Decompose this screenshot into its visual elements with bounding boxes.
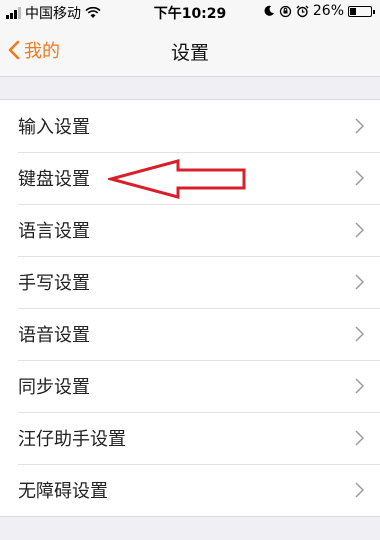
settings-item-label: 同步设置: [18, 377, 90, 398]
rotation-lock-icon: [279, 5, 292, 17]
chevron-right-icon: [355, 482, 364, 498]
settings-list: 输入设置 键盘设置 语言设置 手写设置 语音设置 同步设置 汪仔助手设置 无障碍…: [0, 99, 380, 517]
settings-item-handwriting[interactable]: 手写设置: [0, 256, 380, 308]
settings-item-voice[interactable]: 语音设置: [0, 308, 380, 360]
settings-item-keyboard[interactable]: 键盘设置: [0, 152, 380, 204]
chevron-right-icon: [355, 326, 364, 342]
status-bar: 中国移动 下午10:29 26%: [0, 0, 380, 24]
battery-fill: [350, 7, 356, 15]
chevron-right-icon: [355, 378, 364, 394]
settings-item-label: 键盘设置: [18, 169, 90, 190]
settings-item-label: 语音设置: [18, 325, 90, 346]
battery-icon: [348, 5, 375, 17]
settings-item-accessibility[interactable]: 无障碍设置: [0, 464, 380, 516]
page-title: 设置: [170, 42, 209, 64]
settings-item-input[interactable]: 输入设置: [0, 100, 380, 152]
status-right: 26%: [263, 3, 375, 19]
settings-item-label: 无障碍设置: [18, 481, 108, 502]
chevron-right-icon: [355, 222, 364, 238]
settings-item-language[interactable]: 语言设置: [0, 204, 380, 256]
moon-icon: [264, 5, 274, 16]
settings-item-label: 汪仔助手设置: [18, 429, 126, 450]
nav-bar: 我的 设置: [0, 24, 380, 77]
settings-item-assistant[interactable]: 汪仔助手设置: [0, 412, 380, 464]
settings-item-sync[interactable]: 同步设置: [0, 360, 380, 412]
chevron-right-icon: [355, 274, 364, 290]
settings-item-label: 输入设置: [18, 117, 90, 138]
alarm-icon: [296, 5, 309, 17]
settings-item-label: 手写设置: [18, 273, 90, 294]
battery-percent: 26%: [312, 3, 344, 19]
chevron-right-icon: [355, 170, 364, 186]
chevron-right-icon: [355, 430, 364, 446]
chevron-right-icon: [355, 118, 364, 134]
settings-item-label: 语言设置: [18, 221, 90, 242]
